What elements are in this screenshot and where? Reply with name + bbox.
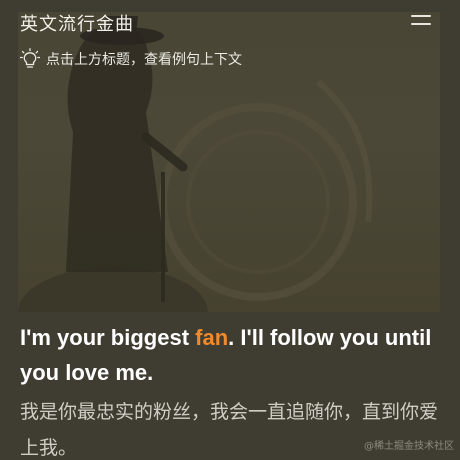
page-title[interactable]: 英文流行金曲	[20, 10, 134, 36]
watermark: @稀土掘金技术社区	[364, 441, 454, 452]
lightbulb-icon	[20, 48, 40, 68]
highlighted-word[interactable]: fan	[195, 325, 228, 350]
hint-text: 点击上方标题，查看例句上下文	[46, 52, 242, 68]
sentence-text-before: I'm your biggest	[20, 325, 196, 350]
hint-bar: 点击上方标题，查看例句上下文	[20, 48, 242, 70]
english-sentence: I'm your biggest fan. I'll follow you un…	[20, 320, 445, 390]
lyrics-screen: 英文流行金曲 点击上方标题，查看例句上下文 I'm your biggest f…	[0, 0, 460, 460]
hamburger-menu-icon[interactable]	[409, 12, 433, 32]
